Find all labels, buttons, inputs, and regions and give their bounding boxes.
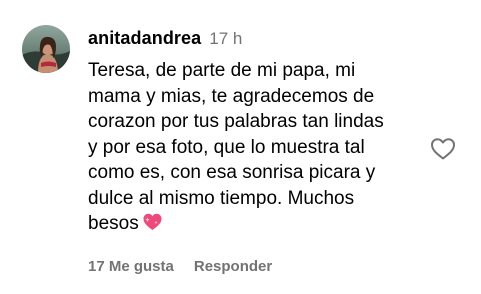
username-link[interactable]: anitadandrea — [88, 28, 201, 49]
comment-text-last-line: besos — [88, 211, 418, 240]
comment-timestamp[interactable]: 17 h — [209, 29, 242, 49]
comment-text-line: y por esa foto, que lo muestra tal — [88, 136, 365, 158]
comment-content: anitadandrea 17 h Teresa, de parte de mi… — [88, 28, 428, 240]
comment-text: Teresa, de parte de mi papa, mi mama y m… — [88, 58, 418, 240]
heart-with-sparkles-emoji — [142, 212, 163, 240]
reply-button[interactable]: Responder — [194, 258, 272, 275]
like-button[interactable] — [430, 137, 456, 161]
comment-text-line: Teresa, de parte de mi papa, mi — [88, 60, 356, 81]
comment-meta: anitadandrea 17 h — [88, 28, 428, 52]
comment-text-line: corazon por tus palabras tan lindas — [88, 111, 384, 132]
likes-count-link[interactable]: 17 Me gusta — [88, 258, 174, 275]
heart-outline-icon — [431, 138, 455, 160]
comment-item: anitadandrea 17 h Teresa, de parte de mi… — [0, 0, 481, 294]
avatar-image — [22, 25, 70, 73]
avatar[interactable] — [22, 25, 70, 73]
comment-text-line: besos — [88, 213, 139, 234]
comment-text-line: como es, con esa sonrisa picara y — [88, 162, 376, 183]
comment-text-line: mama y mias, te agradecemos de — [88, 85, 375, 107]
comment-actions: 17 Me gusta Responder — [88, 258, 272, 275]
comment-text-line: dulce al mismo tiempo. Muchos — [88, 187, 355, 209]
